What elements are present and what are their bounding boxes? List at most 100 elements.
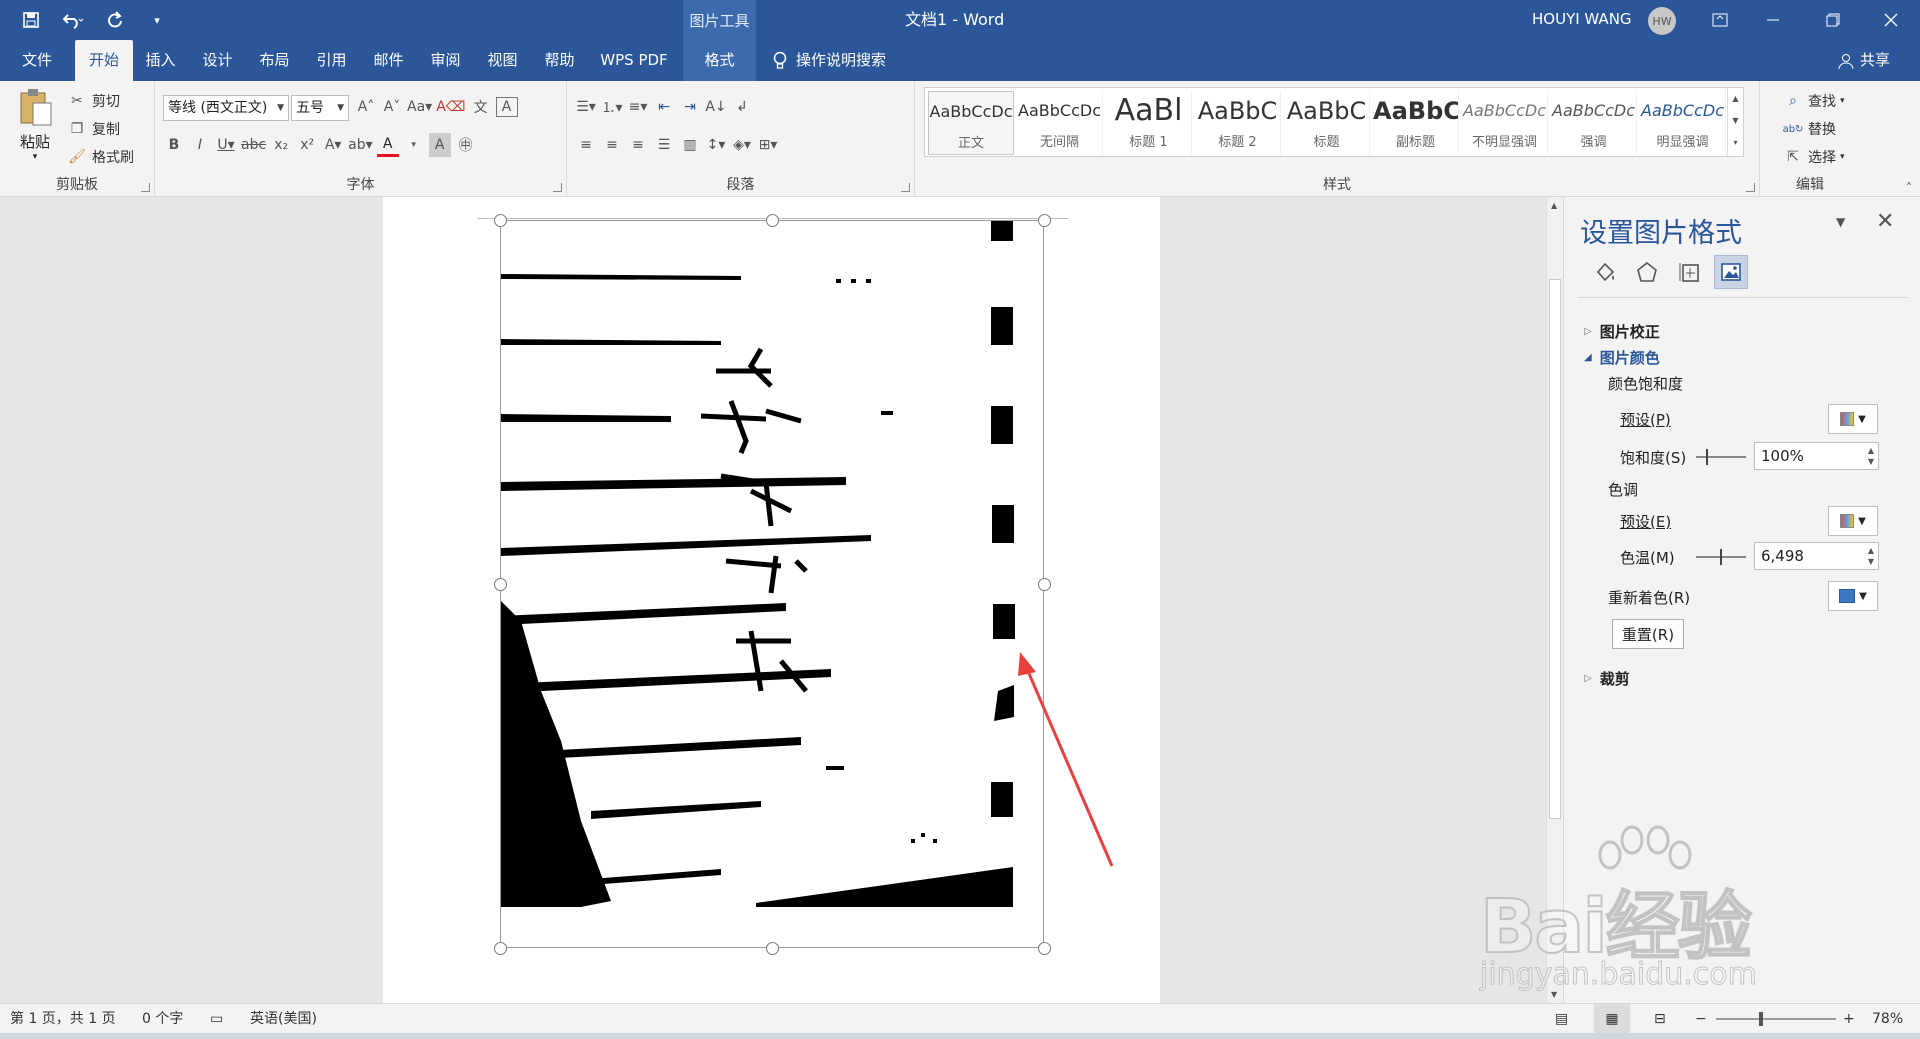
distributed-icon[interactable]: ▥ (679, 133, 701, 157)
shrink-font-icon[interactable]: A˅ (381, 95, 403, 119)
picture-color-section[interactable]: ◢ 图片颜色 (1584, 347, 1660, 368)
phonetic-guide-icon[interactable]: 文 (470, 95, 492, 119)
tab-home[interactable]: 开始 (75, 40, 133, 81)
temperature-slider[interactable] (1696, 549, 1746, 565)
restore-icon[interactable] (1810, 0, 1856, 40)
resize-handle[interactable] (494, 578, 507, 591)
numbering-icon[interactable]: ⒈▾ (601, 95, 623, 119)
spin-arrows-icon[interactable]: ▲ ▼ (1868, 445, 1874, 467)
page-count[interactable]: 第 1 页，共 1 页 (10, 1004, 116, 1034)
tell-me-search[interactable]: 操作说明搜索 (772, 40, 886, 81)
resize-handle[interactable] (1038, 214, 1051, 227)
line-spacing-icon[interactable]: ↕▾ (705, 133, 727, 157)
resize-handle[interactable] (766, 214, 779, 227)
align-left-icon[interactable]: ≡ (575, 133, 597, 157)
crop-section[interactable]: ▷ 裁剪 (1584, 668, 1630, 689)
read-mode-icon[interactable]: ▤ (1555, 1004, 1568, 1034)
minimize-icon[interactable] (1750, 0, 1796, 40)
character-shading-icon[interactable]: A (428, 133, 451, 157)
bullets-icon[interactable]: ☰▾ (575, 95, 597, 119)
justify-icon[interactable]: ☰ (653, 133, 675, 157)
style-emphasis[interactable]: AaBbCcDc 强调 (1551, 91, 1637, 155)
font-color-icon[interactable]: A (376, 133, 399, 157)
slider-thumb[interactable] (1720, 549, 1722, 565)
temperature-spinbox[interactable]: 6,498 ▲ ▼ (1754, 542, 1879, 570)
spin-arrows-icon[interactable]: ▲ ▼ (1868, 545, 1874, 567)
font-size-combo[interactable]: 五号 ▼ (291, 95, 349, 121)
tab-review[interactable]: 审阅 (418, 40, 473, 81)
avatar[interactable]: HW (1648, 7, 1676, 35)
style-title[interactable]: AaBbC 标题 (1284, 91, 1370, 155)
selected-picture[interactable] (500, 220, 1044, 948)
dialog-launcher-icon[interactable] (1746, 183, 1755, 192)
dialog-launcher-icon[interactable] (141, 183, 150, 192)
recolor-dropdown[interactable]: ▼ (1828, 581, 1878, 611)
fill-line-icon[interactable] (1588, 255, 1622, 289)
resize-handle[interactable] (494, 214, 507, 227)
gallery-scroll[interactable]: ▲ ▼ ▾ (1727, 88, 1743, 156)
word-count[interactable]: 0 个字 (142, 1004, 183, 1034)
change-case-icon[interactable]: Aa▾ (407, 95, 432, 119)
text-effects-icon[interactable]: A▾ (322, 133, 344, 157)
decrease-indent-icon[interactable]: ⇤ (653, 95, 675, 119)
redo-icon[interactable] (102, 7, 128, 33)
reset-button[interactable]: 重置(R) (1612, 619, 1684, 649)
show-marks-icon[interactable]: ↲ (731, 95, 753, 119)
tab-help[interactable]: 帮助 (532, 40, 587, 81)
save-icon[interactable] (18, 7, 44, 33)
align-right-icon[interactable]: ≡ (627, 133, 649, 157)
tab-wps-pdf[interactable]: WPS PDF (589, 40, 679, 81)
print-layout-icon[interactable]: ▦ (1594, 1004, 1630, 1034)
zoom-slider[interactable] (1716, 1012, 1836, 1026)
vertical-scrollbar[interactable]: ▲ ▼ (1546, 197, 1563, 1003)
tab-file[interactable]: 文件 (8, 40, 66, 81)
underline-icon[interactable]: U▾ (215, 133, 237, 157)
dialog-launcher-icon[interactable] (901, 183, 910, 192)
style-intense-emphasis[interactable]: AaBbCcDc 明显强调 (1640, 91, 1726, 155)
cut-button[interactable]: ✂ 剪切 (66, 89, 120, 113)
bold-icon[interactable]: B (163, 133, 185, 157)
subscript-icon[interactable]: x₂ (270, 133, 292, 157)
effects-icon[interactable] (1630, 255, 1664, 289)
tab-design[interactable]: 设计 (190, 40, 245, 81)
resize-handle[interactable] (494, 942, 507, 955)
tab-format[interactable]: 格式 (683, 40, 756, 81)
tab-references[interactable]: 引用 (304, 40, 359, 81)
grow-font-icon[interactable]: A˄ (355, 95, 377, 119)
collapse-ribbon-icon[interactable]: ˄ (1906, 181, 1912, 195)
close-window-icon[interactable] (1868, 0, 1914, 40)
undo-icon[interactable] (60, 7, 86, 33)
format-painter-button[interactable]: 🖌 格式刷 (66, 145, 134, 169)
replace-button[interactable]: ab↻ 替换 (1782, 117, 1836, 141)
customize-qat-icon[interactable]: ▾ (144, 7, 170, 33)
dialog-launcher-icon[interactable] (553, 183, 562, 192)
share-button[interactable]: 共享 (1838, 40, 1890, 81)
saturation-slider[interactable] (1696, 449, 1746, 465)
close-icon[interactable]: ✕ (1876, 209, 1894, 234)
saturation-spinbox[interactable]: 100% ▲ ▼ (1754, 442, 1879, 470)
language-indicator[interactable]: 英语(美国) (250, 1004, 317, 1034)
zoom-level[interactable]: 78% (1872, 1004, 1903, 1034)
layout-properties-icon[interactable] (1672, 255, 1706, 289)
find-button[interactable]: ⌕ 查找 ▾ (1782, 89, 1844, 113)
multilevel-list-icon[interactable]: ≡▾ (627, 95, 649, 119)
web-layout-icon[interactable]: ⊟ (1654, 1004, 1666, 1034)
tab-insert[interactable]: 插入 (133, 40, 188, 81)
zoom-out-icon[interactable]: − (1695, 1004, 1707, 1034)
tab-layout[interactable]: 布局 (247, 40, 302, 81)
font-name-combo[interactable]: 等线 (西文正文) ▼ (163, 95, 289, 121)
style-normal[interactable]: AaBbCcDc 正文 (928, 91, 1014, 155)
select-button[interactable]: ⇱ 选择 ▾ (1782, 145, 1844, 169)
align-center-icon[interactable]: ≡ (601, 133, 623, 157)
resize-handle[interactable] (1038, 578, 1051, 591)
strikethrough-icon[interactable]: abc (241, 133, 266, 157)
sort-icon[interactable]: A↓ (705, 95, 727, 119)
zoom-thumb[interactable] (1759, 1012, 1763, 1026)
proofing-icon[interactable]: ▭ (210, 1004, 223, 1034)
tone-preset-dropdown[interactable]: ▼ (1828, 506, 1878, 536)
user-name[interactable]: HOUYI WANG (1532, 0, 1632, 40)
ribbon-display-icon[interactable] (1697, 0, 1743, 40)
highlight-icon[interactable]: ab▾ (348, 133, 373, 157)
picture-corrections-section[interactable]: ▷ 图片校正 (1584, 321, 1660, 342)
superscript-icon[interactable]: x² (296, 133, 318, 157)
